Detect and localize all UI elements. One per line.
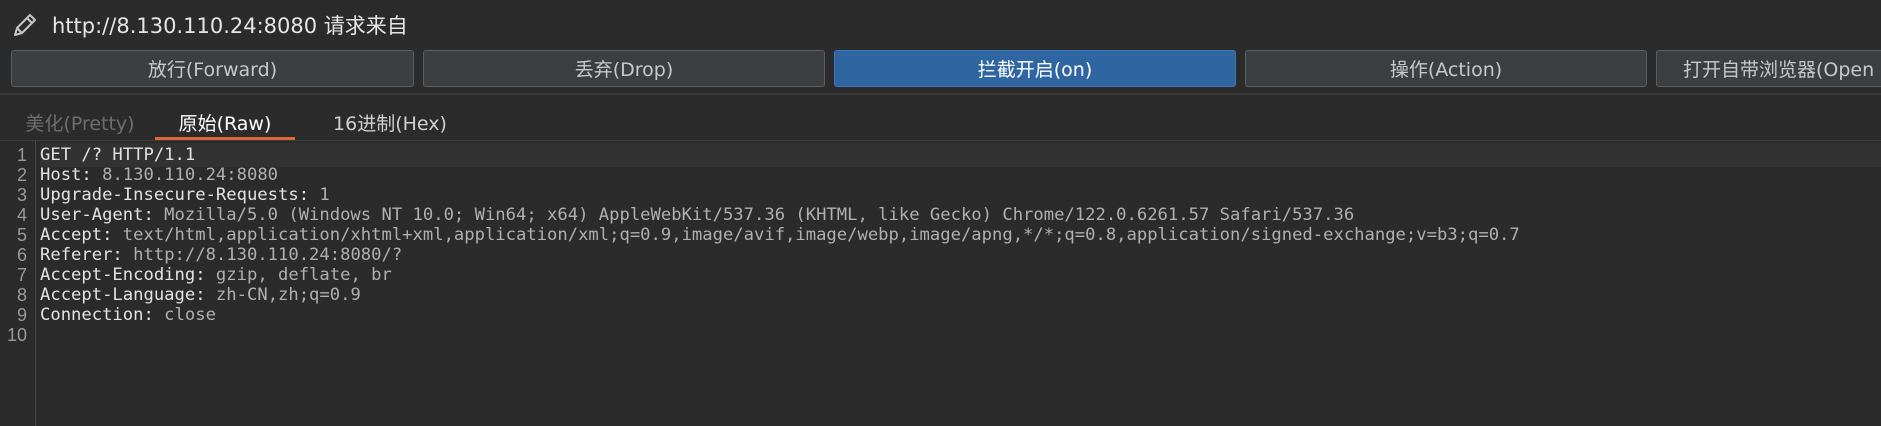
action-button[interactable]: 操作(Action) <box>1245 50 1647 87</box>
tab-hex[interactable]: 16进制(Hex) <box>300 104 480 140</box>
view-tabs: 美化(Pretty) 原始(Raw) 16进制(Hex) <box>0 104 1881 140</box>
intercept-toggle-button[interactable]: 拦截开启(on) <box>834 50 1236 87</box>
request-line[interactable]: GET /? HTTP/1.1 <box>40 143 1881 167</box>
forward-button[interactable]: 放行(Forward) <box>11 50 414 87</box>
request-source-title: http://8.130.110.24:8080 请求来自 <box>52 14 408 38</box>
toolbar-divider <box>0 93 1881 95</box>
raw-request-editor[interactable]: 1 2 3 4 5 6 7 8 9 10 GET /? HTTP/1.1 Hos… <box>0 141 1881 426</box>
tab-raw[interactable]: 原始(Raw) <box>155 104 295 140</box>
title-bar: http://8.130.110.24:8080 请求来自 <box>0 0 1881 50</box>
tab-pretty[interactable]: 美化(Pretty) <box>10 104 150 140</box>
open-browser-button[interactable]: 打开自带浏览器(Open <box>1656 50 1881 87</box>
intercept-toolbar: 放行(Forward) 丢弃(Drop) 拦截开启(on) 操作(Action)… <box>0 50 1881 88</box>
pencil-icon[interactable] <box>8 8 42 42</box>
drop-button[interactable]: 丢弃(Drop) <box>423 50 825 87</box>
request-line[interactable]: Connection: close <box>40 303 216 327</box>
line-number: 10 <box>6 325 27 345</box>
request-text[interactable]: GET /? HTTP/1.1 Host: 8.130.110.24:8080 … <box>40 141 1881 426</box>
line-number-gutter: 1 2 3 4 5 6 7 8 9 10 <box>0 141 36 426</box>
